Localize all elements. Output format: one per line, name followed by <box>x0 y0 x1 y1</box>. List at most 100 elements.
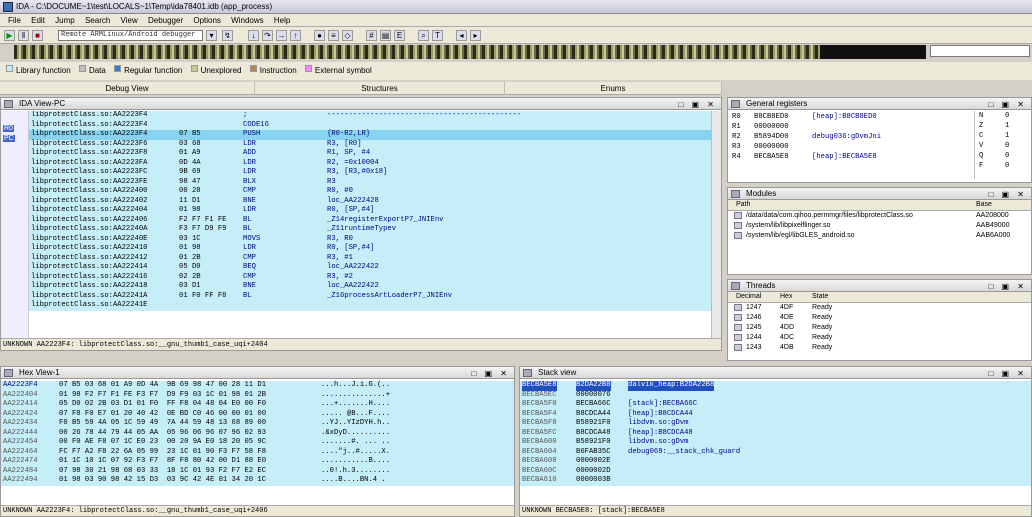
modules-col-path[interactable]: Path <box>736 201 750 208</box>
hex-icon[interactable]: # <box>366 30 377 41</box>
menu-edit[interactable]: Edit <box>31 16 45 25</box>
disasm-row[interactable]: libprotectClass.so:AA222402 11 D1 BNE loc_A… <box>29 196 712 206</box>
enum-icon[interactable]: E <box>394 30 405 41</box>
disasm-row[interactable]: libprotectClass.so:AA222412 01 2B CMP R3, #… <box>29 253 712 263</box>
run-to-cursor-icon[interactable]: → <box>276 30 287 41</box>
tab-enums[interactable]: Enums <box>505 82 722 95</box>
hex-row[interactable]: AA222444 00 26 78 44 79 44 05 AA 05 96 06… <box>1 428 514 438</box>
trace-icon[interactable]: ≡ <box>328 30 339 41</box>
hex-row[interactable]: AA222494 01 98 03 90 98 42 15 D3 03 9C 42… <box>1 476 514 486</box>
flag-value[interactable]: 0 <box>1005 111 1009 121</box>
nav-back-icon[interactable]: ◂ <box>456 30 467 41</box>
threads-col-hex[interactable]: Hex <box>780 293 792 300</box>
disasm-row[interactable]: libprotectClass.so:AA222414 05 D0 BEQ loc_A… <box>29 263 712 273</box>
menu-jump[interactable]: Jump <box>55 16 75 25</box>
stack-row[interactable]: BECBA5FC B8CDCA48 [heap]:B8CDCA48 <box>520 428 1031 438</box>
disasm-row[interactable]: libprotectClass.so:AA2223F6 03 68 LDR R3, [… <box>29 139 712 149</box>
flag-row[interactable]: Z1 <box>975 121 1022 131</box>
search-icon[interactable]: ⌕ <box>418 30 429 41</box>
pane-controls[interactable]: □ ▣ ✕ <box>471 368 510 380</box>
flag-row[interactable]: F0 <box>975 161 1022 171</box>
flag-value[interactable]: 0 <box>1005 141 1009 151</box>
hex-row[interactable]: AA222434 F0 B5 59 4A 05 1C 59 49 7A 44 59… <box>1 419 514 429</box>
disasm-row[interactable]: libprotectClass.so:AA22240A F3 F7 D9 F9 BL… <box>29 225 712 235</box>
attach-icon[interactable]: ↯ <box>222 30 233 41</box>
disasm-row[interactable]: libprotectClass.so:AA222406 F2 F7 F1 FE BL… <box>29 215 712 225</box>
menu-windows[interactable]: Windows <box>231 16 263 25</box>
disasm-row[interactable]: libprotectClass.so:AA2223F4 07 B5 PUSH {R0-… <box>29 130 712 140</box>
pause-icon[interactable]: ‖ <box>18 30 29 41</box>
flag-row[interactable]: Q0 <box>975 151 1022 161</box>
flag-row[interactable]: C1 <box>975 131 1022 141</box>
menu-file[interactable]: File <box>8 16 21 25</box>
stack-row[interactable]: BECBA5F8 B58921F0 libdvm.so:gDvm <box>520 419 1031 429</box>
text-search-icon[interactable]: T <box>432 30 443 41</box>
menu-help[interactable]: Help <box>274 16 290 25</box>
threads-col-decimal[interactable]: Decimal <box>736 293 761 300</box>
stack-row[interactable]: BECBA5EC 00000076 <box>520 390 1031 400</box>
disasm-row[interactable]: libprotectClass.so:AA2223FA 0D 4A LDR R2, =… <box>29 158 712 168</box>
module-row[interactable]: /system/lib/egl/libGLES_android.so AAB6A0… <box>728 231 1031 241</box>
thread-row[interactable]: 1246 4DE Ready <box>728 313 1031 323</box>
hex-dump[interactable]: AA2223F4 07 B5 03 68 01 A9 0D 4A 9B 69 98… <box>1 381 514 486</box>
module-row[interactable]: /data/data/com.qihoo.permmgr/files/libpr… <box>728 211 1031 221</box>
module-row[interactable]: /system/lib/libpixelflinger.so AAB49000 <box>728 221 1031 231</box>
menu-debugger[interactable]: Debugger <box>148 16 183 25</box>
breakpoint-icon[interactable]: ● <box>314 30 325 41</box>
stack-row[interactable]: BECBA610 0000003B <box>520 476 1031 486</box>
stack-row[interactable]: BECBA60C 0000002D <box>520 466 1031 476</box>
disasm-row[interactable]: libprotectClass.so:AA22241A 01 F0 FF F8 BL… <box>29 291 712 301</box>
hex-row[interactable]: AA222474 01 1C 10 1C 07 92 F3 F7 8F F8 80… <box>1 457 514 467</box>
register-row[interactable]: R1 00000000 <box>732 122 972 132</box>
chevron-down-icon[interactable]: ▾ <box>206 30 217 41</box>
pane-controls[interactable]: □ ▣ ✕ <box>988 99 1027 111</box>
debugger-select[interactable]: Remote ARMLinux/Android debugger <box>58 30 203 41</box>
hex-row[interactable]: AA222484 07 98 30 21 98 68 03 33 18 1C 01… <box>1 466 514 476</box>
stack-row[interactable]: BECBA600 B58921F0 libdvm.so:gDvm <box>520 438 1031 448</box>
ida-view-scrollbar[interactable] <box>711 111 721 339</box>
disasm-row[interactable]: libprotectClass.so:AA222416 02 2B CMP R3, #… <box>29 272 712 282</box>
stack-list[interactable]: BECBA5E8 B2DA22B8 dalvik_heap:B2DA22B8 BECB… <box>520 381 1031 486</box>
register-row[interactable]: R3 00000000 <box>732 142 972 152</box>
pane-controls[interactable]: □ ▣ ✕ <box>988 368 1027 380</box>
modules-col-base[interactable]: Base <box>976 201 992 208</box>
flag-value[interactable]: 1 <box>1005 121 1009 131</box>
stack-row[interactable]: BECBA604 B6FAB35C debug069:__stack_chk_gua… <box>520 447 1031 457</box>
thread-row[interactable]: 1247 4DF Ready <box>728 303 1031 313</box>
navigation-band[interactable] <box>14 45 926 59</box>
disasm-row[interactable]: libprotectClass.so:AA222404 01 98 LDR R0, [… <box>29 206 712 216</box>
step-into-icon[interactable]: ↓ <box>248 30 259 41</box>
flag-value[interactable]: 1 <box>1005 131 1009 141</box>
disasm-row[interactable]: libprotectClass.so:AA222418 03 D1 BNE loc_A… <box>29 282 712 292</box>
hex-row[interactable]: AA222414 05 D0 02 2B 03 D1 01 F0 FF F8 04… <box>1 400 514 410</box>
register-value[interactable]: 00000000 <box>754 142 789 152</box>
menu-options[interactable]: Options <box>193 16 221 25</box>
register-row[interactable]: R4 BECBA5E8 [heap]:BECBA5E8 <box>732 152 972 162</box>
disasm-row[interactable]: libprotectClass.so:AA2223FE 98 47 BLX R3 <box>29 177 712 187</box>
thread-row[interactable]: 1243 4DB Ready <box>728 343 1031 353</box>
stack-row[interactable]: BECBA5F4 B8CDCA44 [heap]:B8CDCA44 <box>520 409 1031 419</box>
threads-col-state[interactable]: State <box>812 293 828 300</box>
flag-value[interactable]: 0 <box>1005 161 1009 171</box>
tab-structures[interactable]: Structures <box>255 82 505 95</box>
flag-value[interactable]: 0 <box>1005 151 1009 161</box>
register-row[interactable]: R2 B5894D00 debug036:gDvmJni <box>732 132 972 142</box>
thread-row[interactable]: 1245 4DD Ready <box>728 323 1031 333</box>
hex-row[interactable]: AA222454 00 F0 AE F8 07 1C E0 23 00 20 9A… <box>1 438 514 448</box>
disasm-row[interactable]: libprotectClass.so:AA222400 00 28 CMP R0, #… <box>29 187 712 197</box>
play-icon[interactable]: ▶ <box>4 30 15 41</box>
navigation-band-unexplored[interactable] <box>820 45 926 59</box>
disasm-row[interactable]: libprotectClass.so:AA22240E 03 1C MOVS R3, … <box>29 234 712 244</box>
disasm-row[interactable]: libprotectClass.so:AA22241E <box>29 301 712 311</box>
thread-row[interactable]: 1244 4DC Ready <box>728 333 1031 343</box>
graph-icon[interactable]: ◇ <box>342 30 353 41</box>
hex-row[interactable]: AA222424 07 F8 F0 E7 01 20 40 42 0E BD C0… <box>1 409 514 419</box>
stack-row[interactable]: BECBA5F0 BECBA66C [stack]:BECBA66C <box>520 400 1031 410</box>
nav-forward-icon[interactable]: ▸ <box>470 30 481 41</box>
disasm-row[interactable]: libprotectClass.so:AA2223F8 01 A9 ADD R1, S… <box>29 149 712 159</box>
hex-row[interactable]: AA222464 FC F7 A2 F8 22 6A 05 99 23 1C 01… <box>1 447 514 457</box>
stack-row[interactable]: BECBA5E8 B2DA22B8 dalvik_heap:B2DA22B8 <box>520 381 1031 391</box>
disasm-row[interactable]: libprotectClass.so:AA2223F4; ------------… <box>29 111 712 121</box>
hex-row[interactable]: AA2223F4 07 B5 03 68 01 A9 0D 4A 9B 69 98… <box>1 381 514 391</box>
flag-row[interactable]: V0 <box>975 141 1022 151</box>
